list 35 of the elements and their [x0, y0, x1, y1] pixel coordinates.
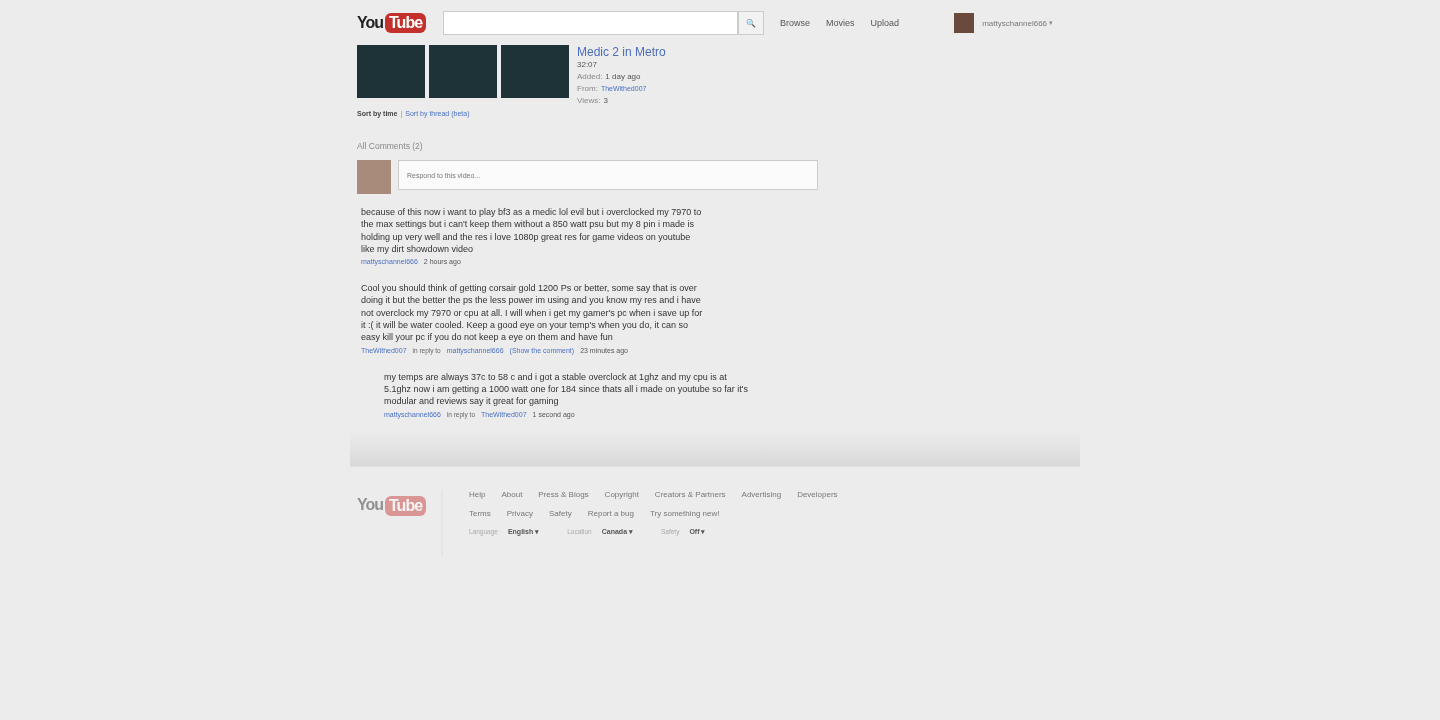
username-link[interactable]: mattyschannel666	[982, 18, 1048, 28]
video-title-link[interactable]: Medic 2 in Metro	[577, 45, 666, 59]
footer-link[interactable]: Developers	[797, 489, 838, 499]
video-thumbnail[interactable]	[501, 45, 569, 98]
search-button[interactable]: 🔍	[738, 11, 765, 35]
nav-link[interactable]: Browse	[780, 18, 811, 28]
user-avatar[interactable]	[954, 13, 975, 33]
footer-link[interactable]: Creators & Partners	[654, 489, 726, 499]
from-label: From:	[577, 83, 598, 95]
added-date: 1 day ago	[605, 71, 641, 83]
comment-text: Cool you should think of getting corsair gold 1200 Ps or better, some say that is over doing it but the better the ps the less power im using and you know my res and i have not overclock my 7970 or cpu at all. I will when i get my gamer's pc when i save up for it :( it will be water cooled. Keep a good eye on your temp's when you do, it can so easy kill your pc if you do not keep a eye on them and have fun	[361, 282, 703, 344]
comments-heading: All Comments (2)	[357, 141, 424, 151]
footer-link[interactable]: Advertising	[741, 489, 782, 499]
view-count: 3	[603, 95, 608, 107]
footer-link[interactable]: Report a bug	[587, 508, 634, 518]
comment-text: because of this now i want to play bf3 as a medic lol evil but i overclocked my 7970 to the max settings but i can't keep them without a 850 watt psu but my 8 pin i made is holding up very well and the res i love 1080p great res for game videos on youtube like my dirt showdown video	[361, 206, 703, 256]
youtube-logo[interactable]: You Tube	[357, 489, 443, 556]
comment-text: my temps are always 37c to 58 c and i got a stable overclock at 1ghz and my cpu is at 5.1ghz now i am getting a 1000 watt one for 184 since thats all i made on youtube so far it's modular and reviews say it great for gaming	[384, 370, 749, 408]
footer-link[interactable]: Privacy	[506, 508, 533, 518]
views-label: Views:	[577, 95, 601, 107]
video-thumbnail[interactable]	[429, 45, 497, 98]
video-duration: 32:07	[577, 59, 599, 71]
footer-link[interactable]: Safety	[549, 508, 572, 518]
video-thumbnail[interactable]	[357, 45, 425, 98]
footer-link[interactable]: Terms	[469, 508, 491, 518]
search-field[interactable]	[443, 11, 739, 35]
nav-link[interactable]: Movies	[826, 18, 855, 28]
added-label: Added:	[577, 71, 603, 83]
nav-link[interactable]: Upload	[870, 18, 900, 28]
footer-link[interactable]: Copyright	[604, 489, 639, 499]
footer-link[interactable]: Help	[469, 489, 486, 499]
footer-link[interactable]: Try something new!	[649, 508, 720, 518]
user-avatar	[357, 160, 391, 194]
footer-link[interactable]: Press & Blogs	[538, 489, 589, 499]
footer-link[interactable]: About	[501, 489, 523, 499]
